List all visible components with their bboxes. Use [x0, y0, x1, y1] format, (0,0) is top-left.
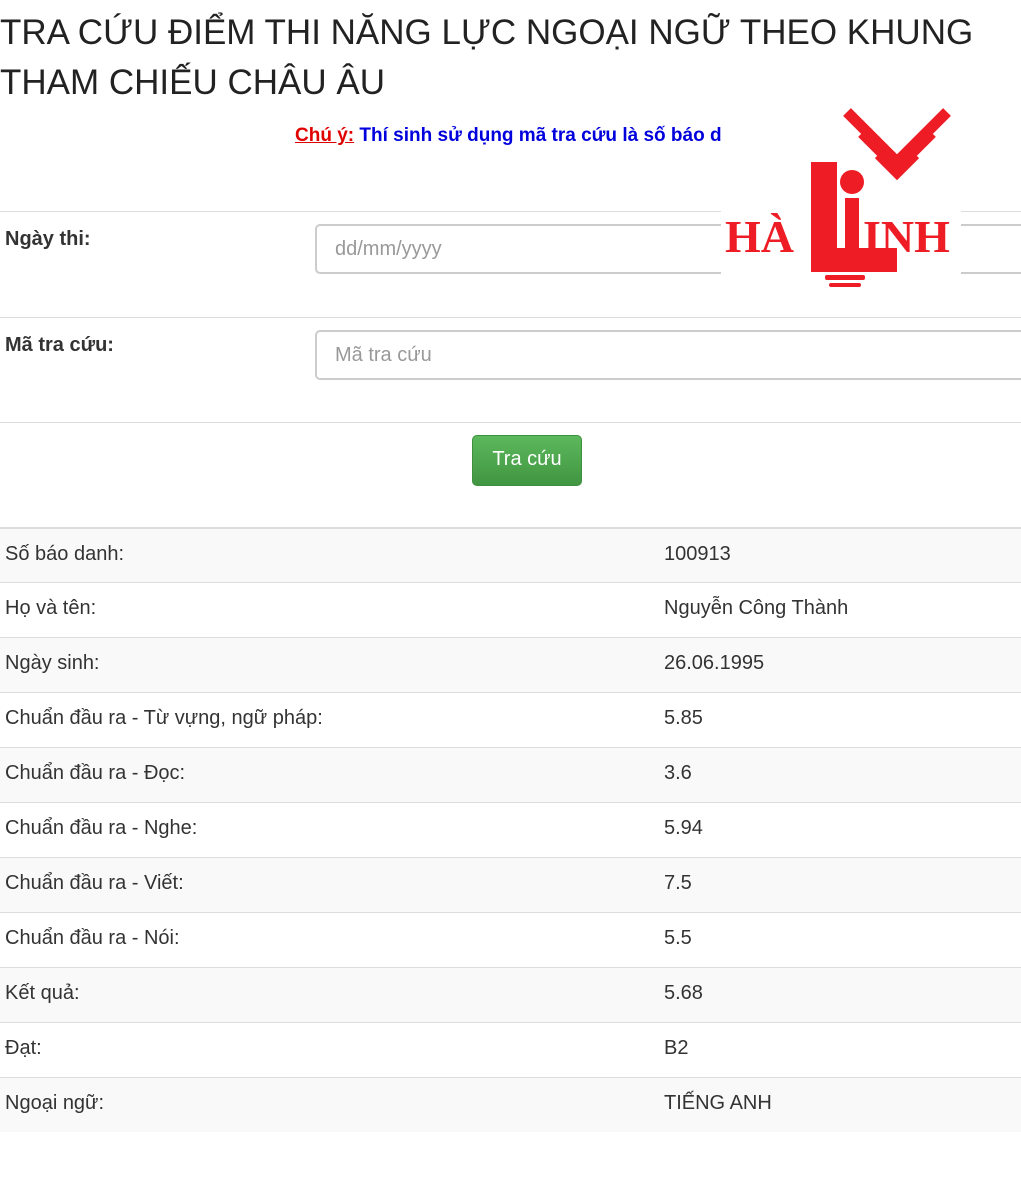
- row-label: Họ và tên:: [5, 597, 97, 619]
- row-value: 26.06.1995: [664, 652, 765, 674]
- logo-bar: [825, 275, 865, 280]
- row-value: 3.6: [664, 762, 692, 784]
- row-value: TIẾNG ANH: [664, 1092, 772, 1114]
- date-label: Ngày thi:: [5, 228, 91, 250]
- row-label: Ngoại ngữ:: [5, 1092, 105, 1114]
- notice: Chú ý: Thí sinh sử dụng mã tra cứu là số…: [295, 124, 721, 154]
- row-label: Số báo danh:: [5, 543, 124, 565]
- table-row: Chuẩn đầu ra - Nghe: 5.94: [0, 802, 1021, 857]
- table-row: Họ và tên: Nguyễn Công Thành: [0, 582, 1021, 637]
- code-label: Mã tra cứu:: [5, 334, 114, 356]
- notice-text: Thí sinh sử dụng mã tra cứu là số báo da…: [359, 125, 721, 146]
- logo-bar: [829, 283, 861, 287]
- page-title: TRA CỨU ĐIỂM THI NĂNG LỰC NGOẠI NGỮ THEO…: [0, 13, 974, 102]
- row-value: 5.85: [664, 707, 703, 729]
- row-value: 5.94: [664, 817, 703, 839]
- table-row: Chuẩn đầu ra - Viết: 7.5: [0, 857, 1021, 912]
- notice-label: Chú ý:: [295, 125, 355, 146]
- row-value: 100913: [664, 543, 731, 565]
- row-label: Ngày sinh:: [5, 652, 100, 674]
- table-row: Chuẩn đầu ra - Đọc: 3.6: [0, 747, 1021, 802]
- logo-mark: HÀ INH: [725, 108, 951, 287]
- page: TRA CỨU ĐIỂM THI NĂNG LỰC NGOẠI NGỮ THEO…: [0, 0, 1021, 1185]
- logo-text-right: INH: [863, 211, 950, 262]
- table-row: Ngoại ngữ: TIẾNG ANH: [0, 1077, 1021, 1132]
- row-label: Kết quả:: [5, 982, 80, 1004]
- table-row: Số báo danh: 100913: [0, 527, 1021, 582]
- logo-text-left: HÀ: [725, 211, 794, 262]
- code-input[interactable]: [315, 330, 1021, 380]
- row-label: Chuẩn đầu ra - Từ vựng, ngữ pháp:: [5, 707, 323, 729]
- logo-dot: [840, 170, 864, 194]
- table-row: Kết quả: 5.68: [0, 967, 1021, 1022]
- results-table: Số báo danh: 100913 Họ và tên: Nguyễn Công …: [0, 527, 1021, 1132]
- row-value: 5.5: [664, 927, 692, 949]
- table-row: Chuẩn đầu ra - Từ vựng, ngữ pháp: 5.85: [0, 692, 1021, 747]
- row-label: Chuẩn đầu ra - Nói:: [5, 927, 180, 949]
- row-value: 7.5: [664, 872, 692, 894]
- divider: [0, 422, 1021, 423]
- row-label: Đạt:: [5, 1037, 42, 1059]
- table-row: Đạt: B2: [0, 1022, 1021, 1077]
- row-value: 5.68: [664, 982, 703, 1004]
- table-row: Ngày sinh: 26.06.1995: [0, 637, 1021, 692]
- row-label: Chuẩn đầu ra - Đọc:: [5, 762, 186, 784]
- row-label: Chuẩn đầu ra - Nghe:: [5, 817, 198, 839]
- logo-i: [845, 198, 859, 250]
- logo: HÀ INH: [721, 100, 961, 290]
- row-value: B2: [664, 1037, 689, 1059]
- divider: [0, 317, 1021, 318]
- row-label: Chuẩn đầu ra - Viết:: [5, 872, 184, 894]
- row-value: Nguyễn Công Thành: [664, 597, 849, 619]
- logo-chevron: [858, 131, 936, 176]
- table-row: Chuẩn đầu ra - Nói: 5.5: [0, 912, 1021, 967]
- search-button[interactable]: Tra cứu: [472, 435, 582, 486]
